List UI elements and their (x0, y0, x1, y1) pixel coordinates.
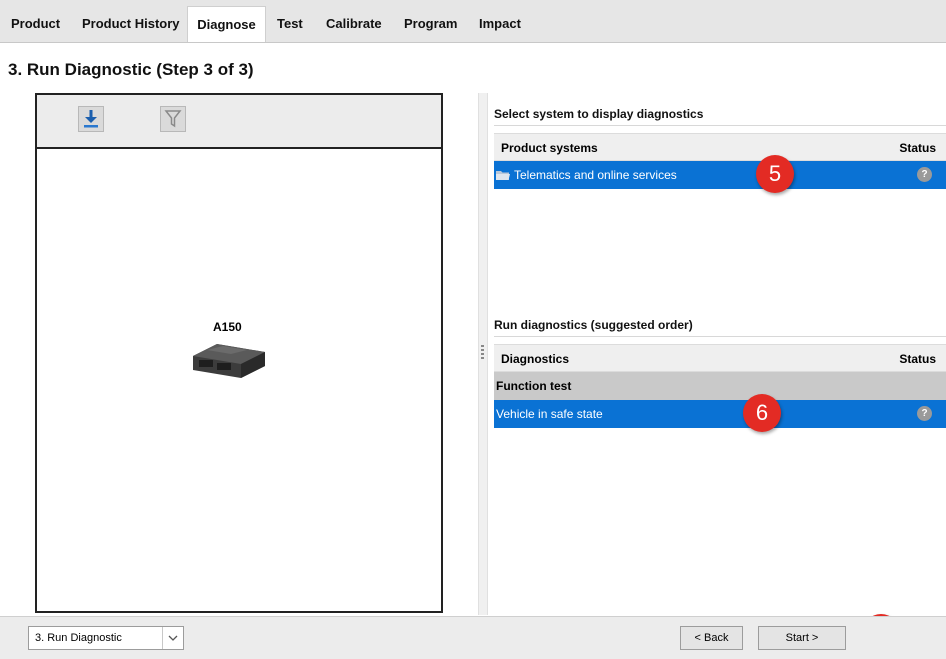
systems-section-label: Select system to display diagnostics (494, 107, 704, 121)
back-button[interactable]: < Back (680, 626, 743, 650)
footer-bar: 3. Run Diagnostic < Back Start > (0, 616, 946, 659)
step-dropdown[interactable]: 3. Run Diagnostic (28, 626, 184, 650)
control-module-icon[interactable] (187, 338, 271, 382)
diagnostic-row-label: Vehicle in safe state (496, 407, 603, 421)
top-menu-bar: Product Product History Diagnose Test Ca… (0, 0, 946, 43)
tab-impact[interactable]: Impact (471, 6, 529, 42)
status-unknown-icon: ? (917, 167, 932, 182)
systems-grid-header: Product systems Status (494, 133, 946, 161)
column-status: Status (899, 141, 936, 155)
panel-splitter[interactable] (478, 93, 488, 615)
tab-test[interactable]: Test (269, 6, 311, 42)
systems-divider (494, 125, 946, 126)
start-button[interactable]: Start > (758, 626, 846, 650)
folder-icon (496, 169, 510, 184)
column-diagnostics: Diagnostics (501, 352, 570, 366)
graphics-panel: A150 (35, 93, 443, 613)
tab-diagnose[interactable]: Diagnose (187, 6, 266, 42)
tab-product[interactable]: Product (3, 6, 68, 42)
chevron-down-icon[interactable] (162, 627, 183, 649)
page-title: 3. Run Diagnostic (Step 3 of 3) (8, 60, 254, 79)
tab-calibrate[interactable]: Calibrate (318, 6, 390, 42)
group-row-function-test[interactable]: Function test (494, 372, 946, 400)
filter-funnel-icon[interactable] (160, 106, 186, 132)
tab-program[interactable]: Program (396, 6, 465, 42)
group-row-label: Function test (496, 379, 572, 393)
download-pin-icon[interactable] (78, 106, 104, 132)
splitter-grip[interactable] (481, 345, 484, 359)
callout-marker-6: 6 (743, 394, 781, 432)
systems-grid: Product systems Status Telematics and on… (494, 133, 946, 189)
diagnostics-section-label: Run diagnostics (suggested order) (494, 318, 693, 332)
system-row-telematics[interactable]: Telematics and online services ? (494, 161, 946, 189)
graphics-toolbar (37, 95, 441, 149)
column-product-systems: Product systems (501, 141, 598, 155)
system-row-label: Telematics and online services (514, 168, 677, 182)
step-dropdown-value: 3. Run Diagnostic (35, 632, 122, 644)
diagnostics-grid: Diagnostics Status Function test Vehicle… (494, 344, 946, 428)
tab-product-history[interactable]: Product History (74, 6, 188, 42)
callout-marker-5: 5 (756, 155, 794, 193)
status-unknown-icon: ? (917, 406, 932, 421)
diagnostic-row-vehicle-safe-state[interactable]: Vehicle in safe state ? (494, 400, 946, 428)
diagnostics-grid-header: Diagnostics Status (494, 344, 946, 372)
column-status: Status (899, 352, 936, 366)
diagnostics-divider (494, 336, 946, 337)
module-label: A150 (213, 320, 242, 334)
